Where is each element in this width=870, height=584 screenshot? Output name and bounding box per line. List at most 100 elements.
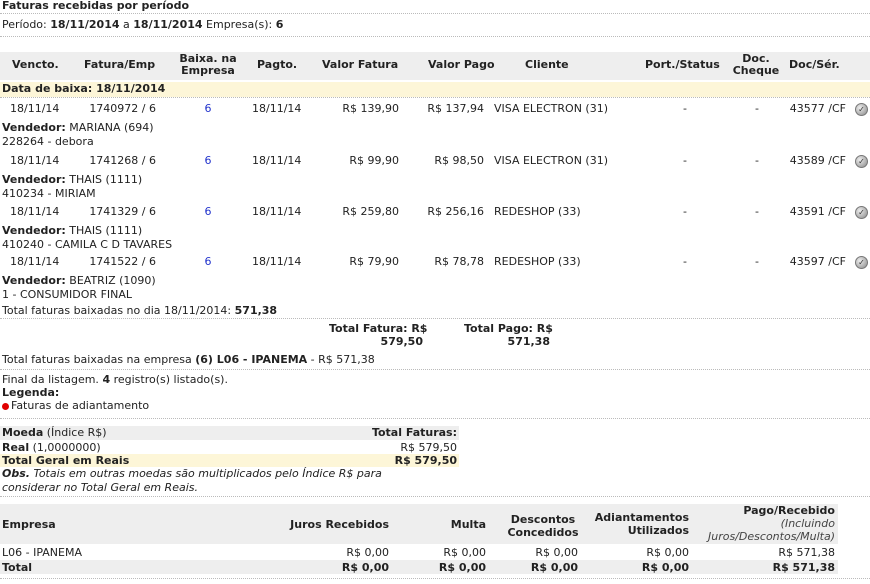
- company-value: 6: [275, 18, 284, 31]
- cell-docser: 43589 /CF: [789, 154, 846, 167]
- period-from: 18/11/2014: [50, 18, 120, 31]
- total-fatura-value: 579,50: [380, 335, 423, 348]
- summary-juros: R$ 0,00: [346, 546, 389, 559]
- cell-valor-pago: R$ 98,50: [434, 154, 484, 167]
- seller-name: THAIS (1111): [69, 173, 143, 186]
- currency-total-label: Total Geral em Reais: [2, 454, 130, 467]
- seller-label: Vendedor:: [2, 274, 66, 287]
- cell-docser: 43577 /CF: [789, 102, 846, 115]
- status-check-icon[interactable]: ✓: [855, 256, 868, 269]
- listing-end: Final da listagem. 4 registro(s) listado…: [2, 373, 228, 386]
- currency-real-value: R$ 579,50: [400, 441, 457, 454]
- customer-line: 410240 - CAMILA C D TAVARES: [2, 238, 173, 251]
- period-label: Período:: [2, 18, 47, 31]
- status-check-icon[interactable]: ✓: [855, 103, 868, 116]
- cell-pagto: 18/11/14: [252, 255, 302, 268]
- summary-total-pago: R$ 571,38: [772, 561, 835, 574]
- summary-col-empresa: Empresa: [2, 518, 56, 531]
- seller-line: Vendedor: BEATRIZ (1090): [2, 274, 156, 287]
- col-fatura: Fatura/Emp: [84, 58, 156, 71]
- cell-cliente: REDESHOP (33): [494, 255, 581, 268]
- currency-col-moeda: Moeda (Índice R$): [2, 426, 107, 439]
- cell-port: -: [683, 102, 687, 115]
- summary-total-adiant: R$ 0,00: [641, 561, 689, 574]
- cell-docser: 43597 /CF: [789, 255, 846, 268]
- divider: [0, 13, 870, 14]
- col-doc-ser: Doc/Sér.: [789, 58, 840, 71]
- cell-baixa[interactable]: 6: [190, 205, 226, 218]
- company-total: Total faturas baixadas na empresa (6) L0…: [2, 353, 375, 366]
- summary-multa: R$ 0,00: [443, 546, 486, 559]
- divider: [0, 97, 870, 98]
- summary-adiant: R$ 0,00: [646, 546, 689, 559]
- customer-line: 1 - CONSUMIDOR FINAL: [2, 288, 133, 301]
- divider: [0, 496, 870, 497]
- summary-col-descontos: Descontos Concedidos: [507, 513, 579, 539]
- divider: [0, 318, 870, 319]
- summary-col-juros: Juros Recebidos: [290, 518, 389, 531]
- status-check-icon[interactable]: ✓: [855, 155, 868, 168]
- report-title: Faturas recebidas por período: [2, 0, 189, 12]
- cell-baixa[interactable]: 6: [190, 154, 226, 167]
- cell-baixa[interactable]: 6: [190, 255, 226, 268]
- currency-col-total: Total Faturas:: [371, 426, 457, 439]
- seller-line: Vendedor: MARIANA (694): [2, 121, 154, 134]
- cell-vencto: 18/11/14: [10, 154, 60, 167]
- cell-vencto: 18/11/14: [10, 255, 60, 268]
- currency-obs-2: considerar no Total Geral em Reais.: [2, 481, 198, 494]
- seller-label: Vendedor:: [2, 121, 66, 134]
- period-sep: a: [123, 18, 130, 31]
- advance-dot-icon: [2, 403, 9, 410]
- col-cliente: Cliente: [525, 58, 569, 71]
- legend-item: Faturas de adiantamento: [11, 399, 150, 412]
- seller-name: MARIANA (694): [69, 121, 154, 134]
- cell-fatura: 1741268 / 6: [89, 154, 156, 167]
- cell-vencto: 18/11/14: [10, 205, 60, 218]
- seller-line: Vendedor: THAIS (1111): [2, 173, 142, 186]
- cell-valor-fatura: R$ 79,90: [349, 255, 399, 268]
- cell-valor-fatura: R$ 99,90: [349, 154, 399, 167]
- col-valor-fatura: Valor Fatura: [322, 58, 399, 71]
- col-port-status: Port./Status: [645, 58, 720, 71]
- summary-col-pago: Pago/Recebido (Incluindo Juros/Descontos…: [708, 504, 835, 543]
- col-valor-pago: Valor Pago: [428, 58, 495, 71]
- currency-obs: Obs. Totais em outras moedas são multipl…: [2, 467, 382, 480]
- cell-pagto: 18/11/14: [252, 154, 302, 167]
- summary-total-multa: R$ 0,00: [438, 561, 486, 574]
- summary-empresa: L06 - IPANEMA: [2, 546, 82, 559]
- cell-valor-fatura: R$ 139,90: [342, 102, 399, 115]
- currency-real: Real (1,0000000): [2, 441, 101, 454]
- cell-cliente: VISA ELECTRON (31): [494, 154, 609, 167]
- divider: [0, 36, 870, 37]
- seller-line: Vendedor: THAIS (1111): [2, 224, 142, 237]
- total-pago-label: Total Pago: R$: [464, 322, 553, 335]
- status-check-icon[interactable]: ✓: [855, 206, 868, 219]
- divider: [0, 578, 870, 579]
- cell-cliente: REDESHOP (33): [494, 205, 581, 218]
- total-fatura-label: Total Fatura: R$: [329, 322, 428, 335]
- summary-col-multa: Multa: [450, 518, 486, 531]
- col-doc-cheque: Doc. Cheque: [732, 52, 780, 77]
- customer-line: 228264 - debora: [2, 135, 94, 148]
- seller-name: BEATRIZ (1090): [69, 274, 156, 287]
- cell-valor-pago: R$ 78,78: [434, 255, 484, 268]
- cell-fatura: 1741329 / 6: [89, 205, 156, 218]
- seller-label: Vendedor:: [2, 173, 66, 186]
- cell-cliente: VISA ELECTRON (31): [494, 102, 609, 115]
- customer-line: 410234 - MIRIAM: [2, 187, 96, 200]
- cell-docser: 43591 /CF: [789, 205, 846, 218]
- seller-label: Vendedor:: [2, 224, 66, 237]
- divider: [0, 369, 870, 370]
- cell-valor-fatura: R$ 259,80: [342, 205, 399, 218]
- cell-fatura: 1741522 / 6: [89, 255, 156, 268]
- legend-title: Legenda:: [2, 386, 60, 399]
- col-baixa: Baixa. na Empresa: [179, 52, 237, 77]
- cell-baixa[interactable]: 6: [190, 102, 226, 115]
- summary-col-adiant: Adiantamentos Utilizados: [594, 511, 689, 537]
- cell-pagto: 18/11/14: [252, 102, 302, 115]
- seller-name: THAIS (1111): [69, 224, 143, 237]
- period-line: Período: 18/11/2014 a 18/11/2014 Empresa…: [2, 18, 283, 31]
- period-to: 18/11/2014: [133, 18, 203, 31]
- cell-port: -: [683, 255, 687, 268]
- cell-pagto: 18/11/14: [252, 205, 302, 218]
